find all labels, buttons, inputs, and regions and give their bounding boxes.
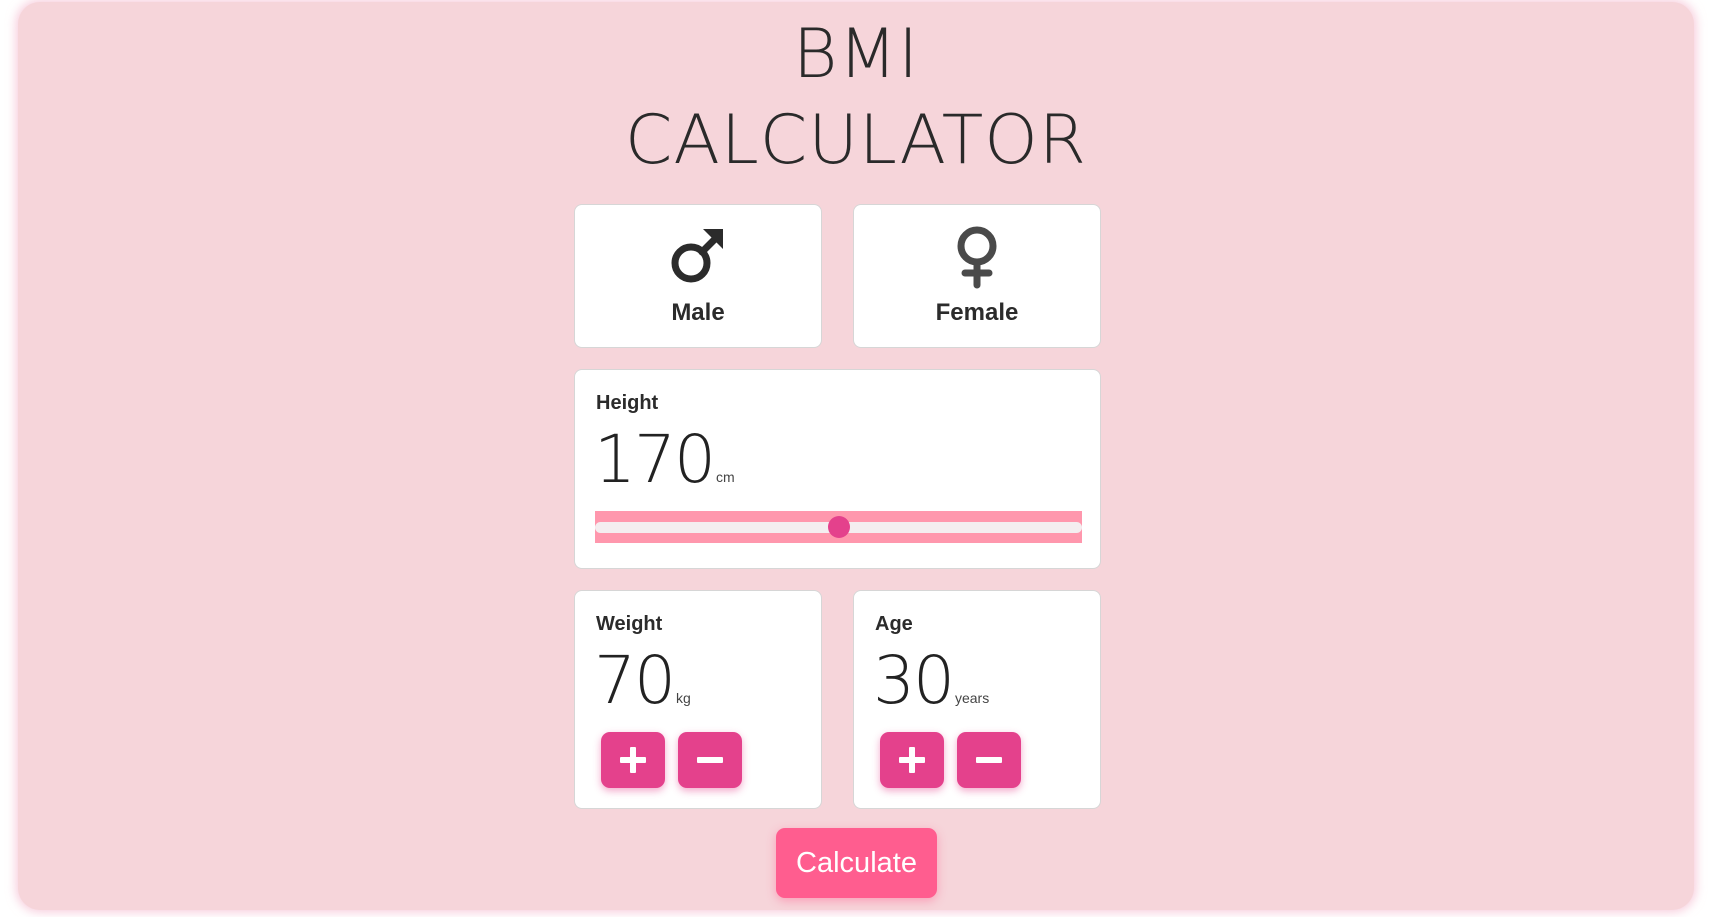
weight-unit: kg bbox=[675, 690, 691, 706]
weight-value: 70 bbox=[594, 642, 676, 719]
height-card: Height 170 cm bbox=[574, 369, 1101, 569]
male-symbol-icon bbox=[575, 225, 821, 287]
age-value-group: 30 years bbox=[873, 645, 989, 717]
height-slider-thumb[interactable] bbox=[827, 516, 850, 538]
weight-decrement-button[interactable] bbox=[678, 732, 742, 788]
height-label: Height bbox=[596, 392, 659, 414]
calculate-button[interactable]: Calculate bbox=[776, 828, 937, 898]
plus-icon bbox=[620, 747, 646, 773]
weight-value-group: 70 kg bbox=[594, 645, 691, 717]
female-card[interactable]: Female bbox=[853, 204, 1101, 348]
height-unit: cm bbox=[715, 469, 735, 485]
female-label: Female bbox=[935, 299, 1019, 326]
page-title-line1: BMI bbox=[792, 15, 920, 94]
male-label: Male bbox=[671, 299, 725, 326]
height-value: 170 bbox=[594, 421, 716, 498]
age-value: 30 bbox=[873, 642, 955, 719]
age-controls bbox=[880, 732, 1021, 788]
height-slider[interactable] bbox=[595, 511, 1082, 543]
age-card: Age 30 years bbox=[853, 590, 1101, 809]
plus-icon bbox=[899, 747, 925, 773]
age-unit: years bbox=[954, 690, 990, 706]
weight-label: Weight bbox=[596, 613, 663, 635]
female-symbol-icon bbox=[854, 225, 1100, 289]
weight-increment-button[interactable] bbox=[601, 732, 665, 788]
weight-controls bbox=[601, 732, 742, 788]
height-value-group: 170 cm bbox=[594, 424, 735, 496]
age-decrement-button[interactable] bbox=[957, 732, 1021, 788]
weight-card: Weight 70 kg bbox=[574, 590, 822, 809]
age-label: Age bbox=[875, 613, 913, 635]
age-increment-button[interactable] bbox=[880, 732, 944, 788]
minus-icon bbox=[976, 757, 1002, 763]
page-title-line2: CALCULATOR bbox=[624, 101, 1088, 180]
male-card[interactable]: Male bbox=[574, 204, 822, 348]
minus-icon bbox=[697, 757, 723, 763]
